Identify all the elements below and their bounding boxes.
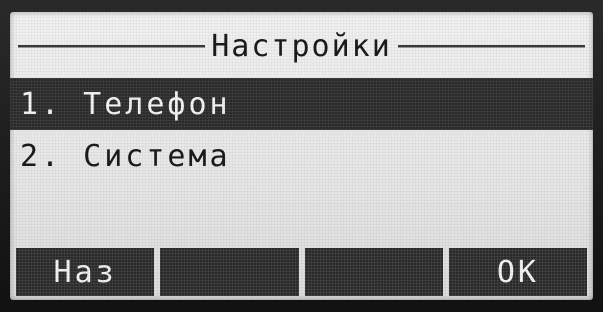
phone-bezel: Настройки 1. Телефон 2. Система Наз ОК: [0, 0, 603, 312]
menu-item-label: 2. Система: [20, 138, 231, 174]
back-softkey[interactable]: Наз: [16, 248, 155, 296]
lcd-screen: Настройки 1. Телефон 2. Система Наз ОК: [10, 12, 593, 300]
softkey-2[interactable]: [160, 248, 299, 296]
softkey-3[interactable]: [304, 248, 443, 296]
softkey-label: ОК: [496, 254, 539, 290]
menu-item-label: 1. Телефон: [20, 86, 231, 122]
menu-item-system[interactable]: 2. Система: [10, 130, 593, 182]
settings-menu: 1. Телефон 2. Система: [10, 78, 593, 182]
page-title: Настройки: [211, 28, 392, 64]
title-bar: Настройки: [18, 26, 585, 66]
title-divider-left: [18, 44, 206, 48]
softkey-label: Наз: [53, 254, 117, 290]
title-divider-right: [397, 44, 585, 48]
softkey-bar: Наз ОК: [16, 248, 587, 296]
menu-item-phone[interactable]: 1. Телефон: [10, 78, 593, 130]
ok-softkey[interactable]: ОК: [448, 248, 587, 296]
